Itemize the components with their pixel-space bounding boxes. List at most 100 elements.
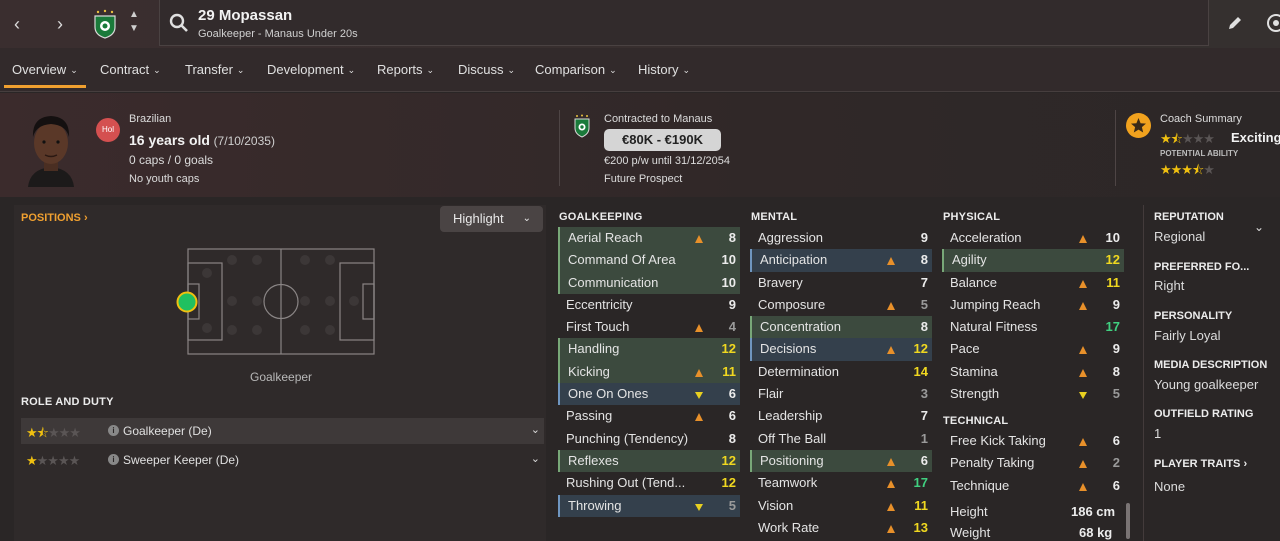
attribute-row[interactable]: Penalty Taking 2 [942,452,1124,474]
club-crest-icon[interactable] [92,9,118,39]
progress-up-arrow-icon [694,232,704,243]
attribute-row[interactable]: Determination 14 [750,361,932,383]
role-duty-title: ROLE AND DUTY [21,396,114,408]
attribute-name: Composure [758,296,826,312]
role-row-sweeper-keeper[interactable]: ★★★★★ i Sweeper Keeper (De) ⌄ [21,447,544,473]
attribute-value: 5 [728,497,736,513]
tab-development[interactable]: Development ⌄ [267,62,355,77]
coach-summary-title[interactable]: Coach Summary [1160,113,1242,125]
player-traits-link[interactable]: PLAYER TRAITS › [1154,458,1247,470]
attribute-row[interactable]: Communication 10 [558,271,740,294]
search-icon[interactable] [168,12,190,34]
attribute-value: 8 [920,319,928,335]
attribute-row[interactable]: Stamina 8 [942,361,1124,383]
forward-arrow-icon[interactable]: › [52,14,68,34]
media-description-title: MEDIA DESCRIPTION [1154,359,1268,371]
tab-discuss[interactable]: Discuss ⌄ [458,62,515,77]
tab-comparison[interactable]: Comparison ⌄ [535,62,617,77]
attribute-row[interactable]: Free Kick Taking 6 [942,430,1124,452]
attribute-value: 5 [920,296,928,312]
attribute-row[interactable]: Anticipation 8 [750,249,932,272]
attribute-row[interactable]: Agility 12 [942,249,1124,272]
attribute-row[interactable]: Positioning 6 [750,449,932,473]
club-switch-arrows[interactable]: ▲ ▼ [128,8,140,38]
chevron-down-icon[interactable]: ⌄ [531,452,540,465]
attribute-value: 8 [920,252,928,268]
attribute-row[interactable]: Pace 9 [942,338,1124,360]
transfer-value[interactable]: €80K - €190K [604,129,721,151]
tab-reports[interactable]: Reports ⌄ [377,62,434,77]
attribute-value: 1 [920,430,928,446]
player-name: 29 Mopassan [198,7,293,24]
attribute-name: Pace [950,341,980,357]
physical-title: PHYSICAL [943,211,1001,223]
attribute-value: 9 [1112,296,1120,312]
info-icon[interactable]: i [108,454,119,465]
attribute-row[interactable]: One On Ones 6 [558,383,740,406]
progress-up-arrow-icon [1078,435,1088,446]
attribute-row[interactable]: Aggression 9 [750,227,932,249]
attribute-row[interactable]: Teamwork 17 [750,472,932,494]
attribute-row[interactable]: Passing 6 [558,405,740,427]
attribute-row[interactable]: Acceleration 10 [942,227,1124,249]
attribute-row[interactable]: Reflexes 12 [558,449,740,473]
attribute-row[interactable]: Concentration 8 [750,316,932,339]
edit-pencil-icon[interactable] [1226,14,1244,32]
info-icon[interactable]: i [108,425,119,436]
attribute-row[interactable]: Technique 6 [942,475,1124,497]
attribute-value: 7 [920,408,928,424]
attribute-row[interactable]: Work Rate 13 [750,517,932,539]
youth-caps: No youth caps [129,173,200,185]
tab-history[interactable]: History ⌄ [638,62,690,77]
attribute-row[interactable]: Strength 5 [942,383,1124,405]
attribute-row[interactable]: Handling 12 [558,338,740,361]
outfield-rating-value: 1 [1154,426,1162,441]
attribute-row[interactable]: Leadership 7 [750,405,932,427]
tab-overview[interactable]: Overview ⌄ [4,62,86,88]
attribute-name: Command Of Area [568,252,676,268]
positions-link[interactable]: POSITIONS › [21,212,88,224]
highlight-dropdown[interactable]: Highlight ⌄ [440,206,543,232]
back-arrow-icon[interactable]: ‹ [9,14,25,34]
progress-up-arrow-icon [886,343,896,355]
attribute-row[interactable]: Command Of Area 10 [558,249,740,272]
attribute-value: 3 [920,386,928,402]
role-row-goalkeeper[interactable]: ★⯪★★★ i Goalkeeper (De) ⌄ [21,418,544,444]
attribute-row[interactable]: Kicking 11 [558,360,740,384]
attribute-name: Free Kick Taking [950,433,1046,448]
prospect: Future Prospect [604,173,683,185]
attribute-row[interactable]: Vision 11 [750,495,932,517]
tab-transfer[interactable]: Transfer ⌄ [185,62,244,77]
attribute-row[interactable]: Jumping Reach 9 [942,294,1124,316]
attribute-row[interactable]: Throwing 5 [558,494,740,517]
globe-icon[interactable] [1266,13,1280,33]
attribute-row[interactable]: Off The Ball 1 [750,428,932,450]
attribute-row[interactable]: Decisions 12 [750,338,932,361]
attribute-row[interactable]: Flair 3 [750,383,932,405]
attribute-row[interactable]: Rushing Out (Tend... 12 [558,472,740,494]
date-of-birth: (7/10/2035) [213,134,275,148]
attribute-row[interactable]: Bravery 7 [750,272,932,294]
attribute-name: Balance [950,274,997,290]
attribute-row[interactable]: First Touch 4 [558,316,740,338]
progress-down-arrow-icon [694,388,704,400]
attributes-scrollbar[interactable] [1126,503,1130,539]
contract-club[interactable]: Contracted to Manaus [604,113,712,125]
attribute-value: 10 [721,252,736,268]
player-search-box[interactable]: 29 Mopassan Goalkeeper - Manaus Under 20… [159,0,1209,46]
chevron-down-icon[interactable]: ⌄ [1254,220,1264,234]
attribute-row[interactable]: Punching (Tendency) 8 [558,428,740,450]
tab-contract[interactable]: Contract ⌄ [100,62,161,77]
attribute-row[interactable]: Balance 11 [942,272,1124,294]
nationality: Brazilian [129,113,172,125]
goalkeeper-position-marker[interactable] [176,291,198,313]
position-badge[interactable]: Hol [96,118,120,142]
weight-value: 68 kg [1079,525,1113,540]
chevron-down-icon[interactable]: ⌄ [531,423,540,436]
attribute-row[interactable]: Composure 5 [750,294,932,316]
attribute-value: 6 [920,452,928,468]
attribute-row[interactable]: Aerial Reach 8 [558,227,740,250]
attribute-row[interactable]: Natural Fitness 17 [942,316,1124,338]
progress-up-arrow-icon [1078,480,1088,491]
attribute-row[interactable]: Eccentricity 9 [558,294,740,316]
